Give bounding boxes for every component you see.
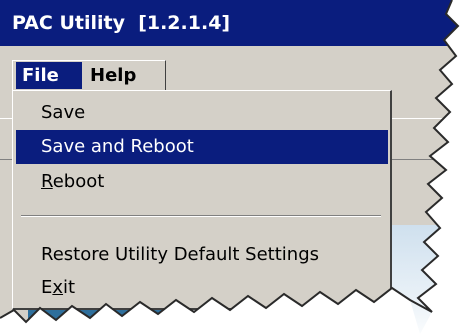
menu-help[interactable]: Help: [84, 62, 154, 89]
menu-file[interactable]: File: [16, 62, 82, 89]
menu-item-exit-start: E: [41, 277, 53, 298]
menu-item-reboot-rest: eboot: [52, 171, 105, 192]
title-bar: PAC Utility [1.2.1.4]: [0, 0, 464, 46]
menu-item-exit-rest: it: [63, 277, 76, 298]
mnemonic-r: R: [41, 171, 53, 192]
menu-bar: File Help: [0, 46, 464, 91]
menu-item-restore-defaults[interactable]: Restore Utility Default Settings: [16, 238, 388, 272]
menu-item-save[interactable]: Save: [16, 96, 388, 130]
mnemonic-x: x: [52, 277, 64, 298]
menu-item-exit[interactable]: Exit: [16, 271, 388, 305]
menu-item-reboot[interactable]: Reboot: [16, 165, 388, 199]
menu-item-save-and-reboot[interactable]: Save and Reboot: [16, 130, 388, 164]
pac-utility-window: PAC Utility [1.2.1.4] File Help onfi Sav…: [0, 0, 464, 334]
file-menu-dropdown: Save Save and Reboot Reboot Restore Util…: [12, 90, 392, 310]
menu-separator: [21, 215, 381, 217]
